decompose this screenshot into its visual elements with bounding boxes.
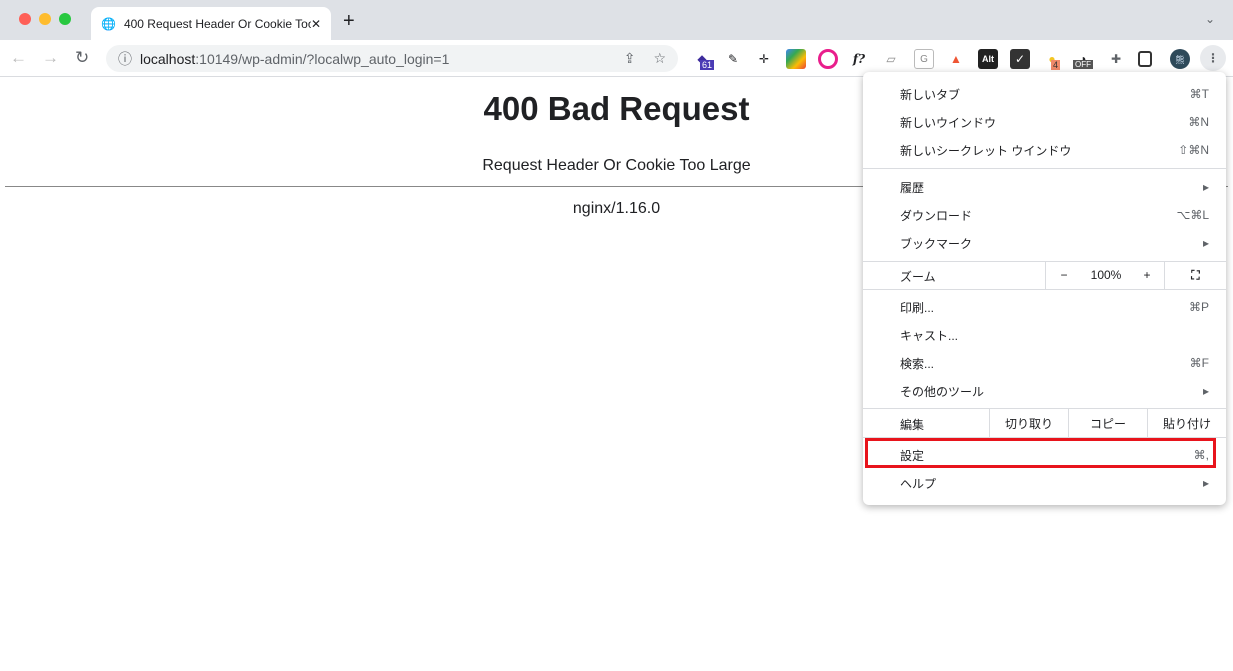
url-host: localhost bbox=[140, 50, 196, 67]
paper-icon[interactable]: ▱ bbox=[881, 49, 901, 69]
tab-strip: 🌐 400 Request Header Or Cookie Too Large… bbox=[0, 0, 1233, 40]
extensions-puzzle-icon[interactable]: ✚ bbox=[1106, 49, 1126, 69]
copy-button[interactable]: コピー bbox=[1068, 409, 1147, 437]
edit-label: 編集 bbox=[900, 418, 925, 432]
font-identifier-icon[interactable]: f? bbox=[849, 49, 869, 69]
bulb-icon[interactable]: ● 4 bbox=[1042, 49, 1062, 70]
eyedropper-icon[interactable]: ✎ bbox=[723, 49, 743, 69]
checkmark-icon[interactable]: ✓ bbox=[1010, 49, 1030, 69]
move-cross-icon[interactable]: ✛ bbox=[754, 49, 774, 69]
zoom-level: 100% bbox=[1090, 268, 1122, 282]
share-icon[interactable]: ⇪ bbox=[624, 50, 636, 67]
graduation-cap-icon[interactable]: ◆ 61 bbox=[692, 49, 715, 70]
maximize-window-button[interactable] bbox=[59, 13, 71, 25]
reload-button[interactable]: ↻ bbox=[75, 48, 89, 68]
speed-gauge-icon[interactable]: ◗ OFF bbox=[1073, 49, 1094, 69]
alt-text-icon[interactable]: Alt bbox=[978, 49, 998, 69]
fullscreen-icon[interactable]: ⛶ bbox=[1164, 261, 1226, 289]
g-box-icon[interactable]: G bbox=[914, 49, 934, 69]
menu-item-new-tab[interactable]: 新しいタブ ⌘T bbox=[863, 80, 1226, 108]
cut-button[interactable]: 切り取り bbox=[989, 409, 1068, 437]
avatar[interactable]: 熊 bbox=[1170, 49, 1190, 69]
new-tab-button[interactable]: + bbox=[343, 10, 355, 33]
forward-button[interactable]: → bbox=[42, 48, 59, 68]
menu-item-more-tools[interactable]: その他のツール ▸ bbox=[863, 377, 1226, 405]
menu-item-print[interactable]: 印刷... ⌘P bbox=[863, 293, 1226, 321]
separator bbox=[863, 168, 1226, 169]
menu-item-bookmarks[interactable]: ブックマーク ▸ bbox=[863, 229, 1226, 257]
tab-active[interactable]: 🌐 400 Request Header Or Cookie Too Large… bbox=[91, 7, 331, 40]
edit-row: 編集 切り取り コピー 貼り付け bbox=[863, 409, 1226, 437]
menu-item-incognito[interactable]: 新しいシークレット ウインドウ ⇧⌘N bbox=[863, 136, 1226, 164]
globe-icon: 🌐 bbox=[101, 16, 116, 31]
bookmark-star-icon[interactable]: ☆ bbox=[653, 50, 666, 67]
menu-item-downloads[interactable]: ダウンロード ⌥⌘L bbox=[863, 201, 1226, 229]
separator bbox=[863, 289, 1226, 290]
lighthouse-icon[interactable]: ▲ bbox=[946, 49, 966, 69]
address-bar[interactable]: ⓘ localhost:10149/wp-admin/?localwp_auto… bbox=[106, 45, 678, 72]
info-icon: ⓘ bbox=[118, 50, 132, 67]
chrome-menu: 新しいタブ ⌘T 新しいウインドウ ⌘N 新しいシークレット ウインドウ ⇧⌘N 履歴… bbox=[863, 72, 1226, 505]
zoom-out-button[interactable]: − bbox=[1045, 261, 1082, 289]
menu-item-cast[interactable]: キャスト... bbox=[863, 321, 1226, 349]
close-window-button[interactable] bbox=[19, 13, 31, 25]
menu-item-history[interactable]: 履歴 ▸ bbox=[863, 173, 1226, 201]
color-ring-icon[interactable] bbox=[818, 49, 838, 69]
zoom-in-button[interactable]: + bbox=[1130, 261, 1164, 289]
settings-highlight-box bbox=[865, 438, 1216, 468]
menu-item-help[interactable]: ヘルプ ▸ bbox=[863, 469, 1226, 497]
google-apps-icon[interactable] bbox=[786, 49, 806, 69]
zoom-label: ズーム bbox=[900, 270, 936, 284]
back-button[interactable]: ← bbox=[10, 48, 27, 68]
tab-title: 400 Request Header Or Cookie Too Large bbox=[123, 16, 311, 31]
kebab-menu-icon[interactable]: ⋮ bbox=[1200, 45, 1226, 71]
url-path: :10149/wp-admin/?localwp_auto_login=1 bbox=[195, 50, 450, 67]
zoom-row: ズーム − 100% + ⛶ bbox=[863, 261, 1226, 289]
minimize-window-button[interactable] bbox=[39, 13, 51, 25]
tab-search-chevron-icon[interactable]: ⌄ bbox=[1205, 12, 1215, 26]
menu-item-new-window[interactable]: 新しいウインドウ ⌘N bbox=[863, 108, 1226, 136]
paste-button[interactable]: 貼り付け bbox=[1147, 409, 1226, 437]
side-panel-icon[interactable] bbox=[1138, 51, 1152, 67]
close-tab-icon[interactable]: ✕ bbox=[311, 17, 321, 31]
menu-item-find[interactable]: 検索... ⌘F bbox=[863, 349, 1226, 377]
